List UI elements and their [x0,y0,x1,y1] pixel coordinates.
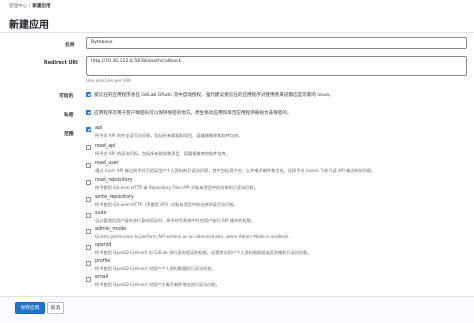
confidential-text: 应用程序可用于客户端密码可以保持保密的地方。原生移动应用和单页应用程序被视为非保… [94,111,292,116]
save-application-button[interactable]: 保存应用 [15,302,45,314]
scope-api-checkbox[interactable] [86,127,91,132]
name-input[interactable]: Bytebase [86,37,467,49]
scope-read-repository-name: read_repository [95,178,133,183]
trusted-checkbox[interactable] [86,92,91,97]
scope-admin-mode-desc: Grants permission to perform API actions… [95,234,290,239]
scope-profile-checkbox[interactable] [86,261,91,266]
scope-email-desc: 授予使用 OpenID Connect 对用户主电子邮件地址的只读访问权。 [95,282,220,287]
scope-read-user-checkbox[interactable] [86,163,91,168]
scope-openid-checkbox[interactable] [86,245,91,250]
scope-read-api-desc: 授予对 API 的读访问权，包括所有群组和项目、容器镜像库和软件包库。 [95,151,230,156]
page-title: 新建应用 [9,20,49,31]
breadcrumb-separator: / [29,4,31,9]
header-divider [0,32,474,33]
scope-write-repository-name: write_repository [95,195,134,200]
scope-write-repository-desc: 授予使用 Git-over-HTTP（不使用 API）对私有项目中的仓库的读写访… [95,202,238,207]
scope-admin-mode-name: admin_mode [95,227,127,232]
scope-profile-desc: 授予使用 OpenID Connect 对用户个人资料数据的只读访问权。 [95,266,216,271]
trusted-text: 受信任的应用程序会在 GitLab OAuth 流中自动授权。强烈建议受信任的应… [94,93,334,98]
breadcrumb-current: 新建应用 [32,4,51,9]
scope-admin-mode-checkbox[interactable] [86,229,91,234]
form-actions-bar [0,296,474,323]
scope-email-name: email [95,275,109,280]
scope-api-name: api [95,126,103,131]
scope-read-repository-checkbox[interactable] [86,180,91,185]
scope-read-user-desc: 通过 /user API 端点授予对已验证用户个人资料的只读访问权，其中包括用户… [95,168,376,173]
scope-write-repository-checkbox[interactable] [86,197,91,202]
scope-read-api-checkbox[interactable] [86,145,91,150]
breadcrumb-link-admin[interactable]: 管理中心 [9,4,27,9]
scope-api-desc: 授予对 API 的完全读写访问权，包括所有群组和项目、容器镜像库和软件包库。 [95,133,243,138]
scope-openid-name: openid [95,243,112,248]
scope-sudo-desc: 当以管理员用户身份进行身份验证时，授予作为系统中任何用户执行 API 操作的权限… [95,218,256,223]
breadcrumb: 管理中心 / 新建应用 [9,3,51,9]
trusted-label: 可信的 [59,94,74,99]
redirect-uri-help: Use one line per URI [86,79,131,84]
scope-profile-name: profile [95,259,111,264]
scopes-label: 范围 [64,132,74,137]
scope-read-repository-desc: 授予使用 Git-over-HTTP 或 Repository Files AP… [95,185,258,190]
cancel-button[interactable]: 取消 [47,302,64,314]
confidential-checkbox[interactable] [86,110,91,115]
scope-read-api-name: read_api [95,144,116,149]
confidential-label: 私密 [64,113,74,118]
redirect-uri-textarea[interactable]: http://10.30.122.6:5678/oauth/callback [86,56,467,76]
scope-openid-desc: 授予使用 OpenID Connect 向 GitLab 进行身份验证的权限。还… [95,250,312,255]
redirect-uri-label: Redirect URI [44,61,78,66]
scope-sudo-name: sudo [95,211,107,216]
name-label: 名称 [65,43,75,48]
scope-email-checkbox[interactable] [86,277,91,282]
scope-sudo-checkbox[interactable] [86,213,91,218]
scope-read-user-name: read_user [95,161,119,166]
